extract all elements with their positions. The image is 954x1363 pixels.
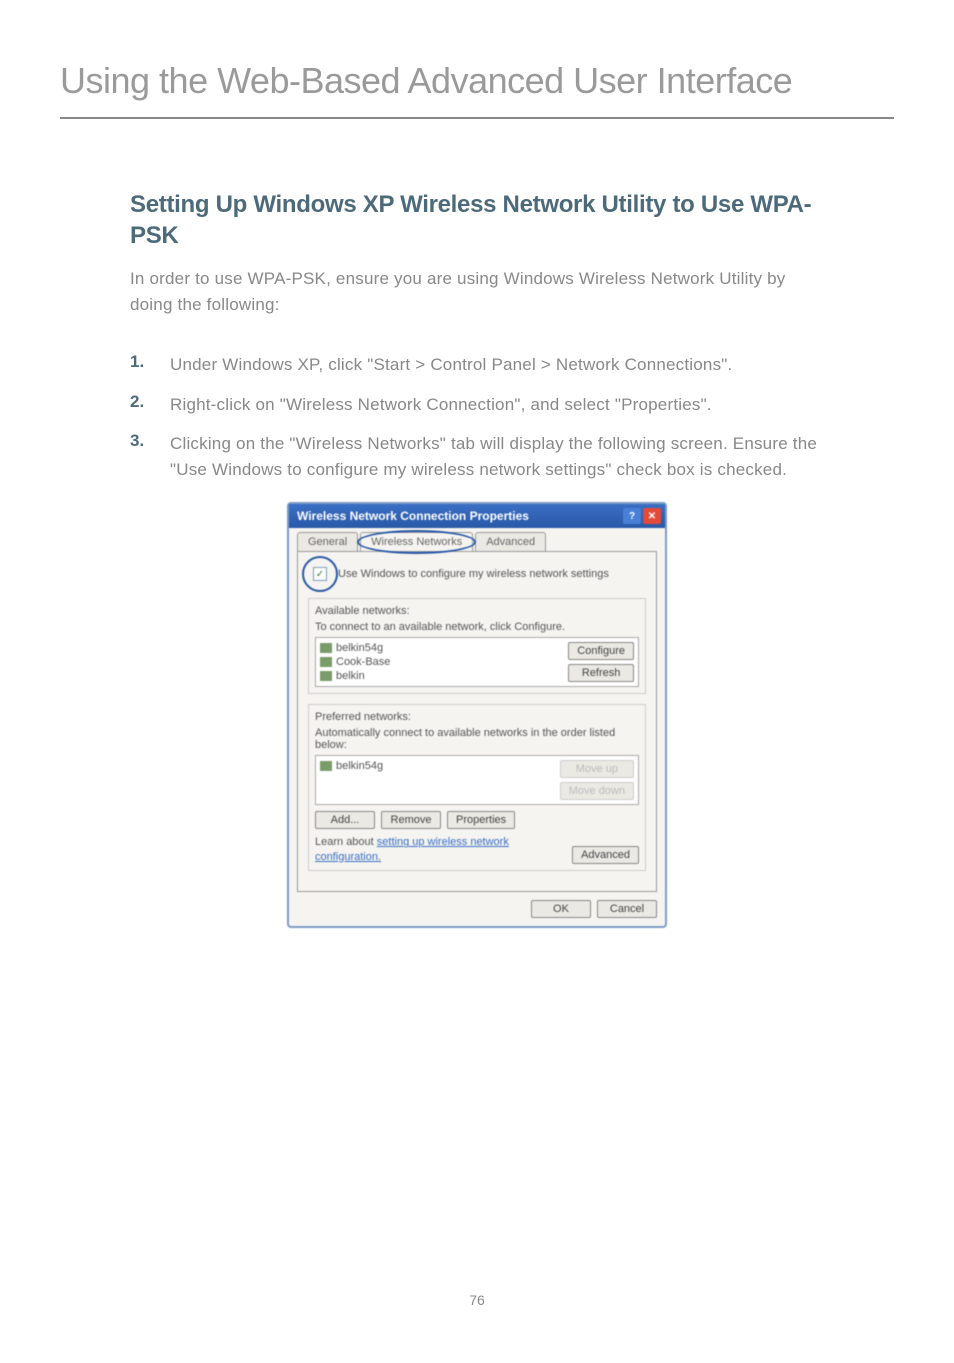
titlebar-buttons: ? ✕ [623,508,661,524]
preferred-side-buttons: Move up Move down [560,760,634,800]
network-icon [320,657,332,667]
preferred-label: Preferred networks: [315,711,639,723]
remove-button[interactable]: Remove [381,811,441,829]
step-2: 2. Right-click on "Wireless Network Conn… [130,392,824,418]
movedown-button[interactable]: Move down [560,782,634,800]
intro-text: In order to use WPA-PSK, ensure you are … [130,266,824,317]
use-windows-checkbox-row: ✓ Use Windows to configure my wireless n… [308,562,646,586]
step-number: 2. [130,392,170,418]
available-hint: To connect to an available network, clic… [315,621,639,633]
page-number: 76 [0,1292,954,1308]
use-windows-checkbox[interactable]: ✓ [313,567,327,581]
close-icon[interactable]: ✕ [643,508,661,524]
configure-button[interactable]: Configure [568,642,634,660]
step-1: 1. Under Windows XP, click "Start > Cont… [130,352,824,378]
dialog-title: Wireless Network Connection Properties [297,509,529,523]
properties-button[interactable]: Properties [447,811,515,829]
preferred-hint: Automatically connect to available netwo… [315,727,639,751]
header-divider [60,117,894,119]
step-text: Right-click on "Wireless Network Connect… [170,392,712,418]
dialog-footer: OK Cancel [289,900,665,926]
preferred-button-row: Add... Remove Properties [315,811,639,829]
refresh-button[interactable]: Refresh [568,664,634,682]
content-area: Setting Up Windows XP Wireless Network U… [0,189,954,928]
dialog-body: ✓ Use Windows to configure my wireless n… [297,551,657,892]
tab-general[interactable]: General [297,532,358,551]
help-icon[interactable]: ? [623,508,641,524]
step-3: 3. Clicking on the "Wireless Networks" t… [130,431,824,482]
advanced-button[interactable]: Advanced [572,846,639,864]
network-icon [320,643,332,653]
list-item[interactable]: belkin [320,670,390,682]
preferred-networks-group: Preferred networks: Automatically connec… [308,704,646,871]
dialog-titlebar: Wireless Network Connection Properties ?… [289,504,665,528]
cancel-button[interactable]: Cancel [597,900,657,918]
step-number: 3. [130,431,170,482]
checkbox-highlight-circle: ✓ [308,562,332,586]
available-items: belkin54g Cook-Base belkin [320,642,390,682]
dialog-screenshot: Wireless Network Connection Properties ?… [130,502,824,928]
step-text: Clicking on the "Wireless Networks" tab … [170,431,824,482]
tab-wireless-networks[interactable]: Wireless Networks [360,532,473,551]
preferred-listbox[interactable]: belkin54g Move up Move down [315,755,639,805]
step-text: Under Windows XP, click "Start > Control… [170,352,732,378]
steps-list: 1. Under Windows XP, click "Start > Cont… [130,352,824,482]
learn-about-link[interactable]: Learn about setting up wireless networkc… [315,835,509,864]
page-header: Using the Web-Based Advanced User Interf… [0,0,954,117]
preferred-items: belkin54g [320,760,383,800]
available-listbox[interactable]: belkin54g Cook-Base belkin Configure Ref… [315,637,639,687]
network-icon [320,761,332,771]
network-icon [320,671,332,681]
section-heading: Setting Up Windows XP Wireless Network U… [130,189,824,251]
tab-advanced[interactable]: Advanced [475,532,546,551]
list-item[interactable]: belkin54g [320,760,383,772]
checkbox-label: Use Windows to configure my wireless net… [338,568,609,580]
ok-button[interactable]: OK [531,900,591,918]
moveup-button[interactable]: Move up [560,760,634,778]
add-button[interactable]: Add... [315,811,375,829]
advanced-row: Learn about setting up wireless networkc… [315,835,639,864]
list-item[interactable]: belkin54g [320,642,390,654]
tabs-row: General Wireless Networks Advanced [289,528,665,551]
list-item[interactable]: Cook-Base [320,656,390,668]
available-networks-group: Available networks: To connect to an ava… [308,598,646,694]
available-side-buttons: Configure Refresh [568,642,634,682]
step-number: 1. [130,352,170,378]
available-label: Available networks: [315,605,639,617]
properties-dialog: Wireless Network Connection Properties ?… [287,502,667,928]
